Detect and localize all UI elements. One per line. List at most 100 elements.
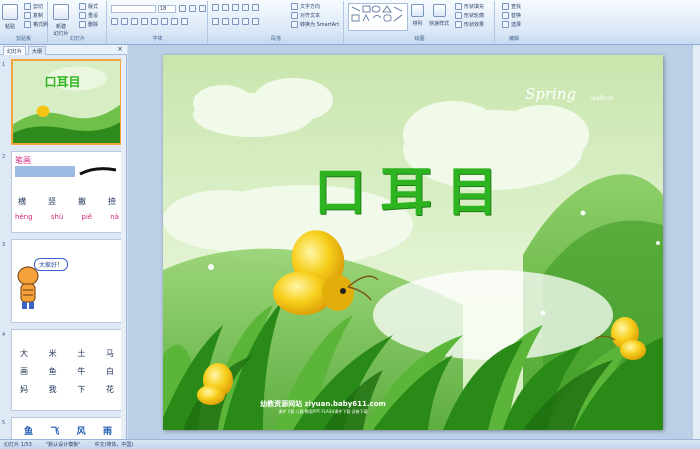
ribbon: 粘贴 剪切 复制 格式刷 剪贴板 新建 幻灯片 版式 重设 删除 幻灯片 18 … <box>0 0 700 45</box>
thumb-2-chars: 横竖撇捺 <box>18 196 116 207</box>
cut-button[interactable]: 剪切 <box>24 3 43 10</box>
arrange-button[interactable]: 排列 <box>411 4 424 27</box>
bold-icon[interactable] <box>111 18 118 25</box>
site-credit-sub: 课件下载 儿歌 教案PPT FLASH课件下载 试卷下载 <box>278 409 368 414</box>
decrease-indent-icon[interactable] <box>232 4 239 11</box>
slide-thumbnail-2[interactable]: 笔画 横 竖 撇 捺 héng shù piě nà <box>11 151 122 233</box>
slide-number: 3 <box>2 242 6 248</box>
align-center-icon[interactable] <box>222 18 229 25</box>
bullets-icon[interactable] <box>212 4 219 11</box>
copy-icon <box>24 12 31 19</box>
shapes-icon <box>351 5 403 22</box>
layout-button[interactable]: 版式 <box>79 3 98 10</box>
binoculars-icon <box>502 3 509 10</box>
quick-styles-button[interactable]: 快速样式 <box>429 4 449 27</box>
tab-slides[interactable]: 幻灯片 <box>3 46 27 55</box>
slide-title: 口耳目 <box>313 163 512 223</box>
italic-icon[interactable] <box>121 18 128 25</box>
drawing-group: 排列 快速样式 形状填充 形状轮廓 形状效果 绘图 <box>345 1 495 43</box>
columns-icon[interactable] <box>252 18 259 25</box>
editing-group: 查找 替换 选择 编辑 <box>496 1 532 43</box>
numbering-icon[interactable] <box>222 4 229 11</box>
text-direction-button[interactable]: 文字方向 <box>291 3 320 10</box>
outline-icon <box>455 12 462 19</box>
site-credit: 幼教资源网站 ziyuan.baby611.com <box>260 400 386 408</box>
reset-button[interactable]: 重设 <box>79 12 98 19</box>
char-cell: 马 <box>105 349 114 358</box>
align-left-icon[interactable] <box>212 18 219 25</box>
format-painter-button[interactable]: 格式刷 <box>24 21 48 28</box>
change-case-icon[interactable] <box>171 18 178 25</box>
drawing-label: 绘图 <box>414 36 425 42</box>
select-button[interactable]: 选择 <box>502 21 521 28</box>
shapes-gallery[interactable] <box>348 3 408 31</box>
stroke-char: 捺 <box>108 197 116 206</box>
paragraph-label: 段落 <box>270 36 281 42</box>
thumb-1-title: 口耳目 <box>44 75 81 89</box>
font-size-select[interactable]: 18 <box>158 5 176 13</box>
language-indicator[interactable]: 中文(简体，中国) <box>94 441 133 448</box>
align-text-button[interactable]: 对齐文本 <box>291 12 320 19</box>
shape-fill-button[interactable]: 形状填充 <box>455 3 484 10</box>
slide-thumbnail-1[interactable]: 口耳目 <box>11 59 122 145</box>
canvas-scrollbar[interactable] <box>692 45 700 439</box>
spacing-icon[interactable] <box>161 18 168 25</box>
panel-scrollbar[interactable] <box>121 56 126 439</box>
clear-format-icon[interactable] <box>199 5 206 12</box>
cursor-icon <box>502 21 509 28</box>
current-slide[interactable]: 口耳目 Spring wallcoo 幼教资源网站 ziyuan.baby611… <box>163 55 663 430</box>
paste-button[interactable]: 粘贴 <box>2 4 18 30</box>
smartart-button[interactable]: 转换为 SmartArt <box>291 21 339 28</box>
stroke-char: 横 <box>18 197 26 206</box>
shape-effects-button[interactable]: 形状效果 <box>455 21 484 28</box>
clipboard-group: 粘贴 剪切 复制 格式刷 剪贴板 <box>0 1 48 43</box>
increase-indent-icon[interactable] <box>242 4 249 11</box>
copy-button[interactable]: 复制 <box>24 12 43 19</box>
wallcoo-watermark: wallcoo <box>591 95 614 102</box>
pinyin: nà <box>110 213 119 221</box>
underline-icon[interactable] <box>131 18 138 25</box>
clipboard-label: 剪贴板 <box>15 36 31 42</box>
font-style-buttons <box>111 18 188 25</box>
strikethrough-icon[interactable] <box>141 18 148 25</box>
font-color-icon[interactable] <box>181 18 188 25</box>
speech-bubble: 大家好！ <box>34 258 69 271</box>
font-name-select[interactable] <box>111 5 156 13</box>
find-button[interactable]: 查找 <box>502 3 521 10</box>
stroke-char: 竖 <box>48 197 56 206</box>
effects-icon <box>455 21 462 28</box>
align-buttons <box>212 18 259 25</box>
delete-icon <box>79 21 86 28</box>
char-row: 画鱼牛白 <box>20 366 114 384</box>
text-direction-icon <box>291 3 298 10</box>
slide-background-illustration <box>163 55 663 430</box>
slide-thumbnail-4[interactable]: 大 米 土 马 画 鱼 牛 白 妈 我 下 花 <box>11 329 122 411</box>
char-cell: 鱼 <box>48 367 57 376</box>
replace-button[interactable]: 替换 <box>502 12 521 19</box>
thumb-2-stroke-strip <box>15 166 75 177</box>
layout-icon <box>79 3 86 10</box>
char-cell: 白 <box>105 367 114 376</box>
slide-number: 1 <box>2 62 6 68</box>
grow-font-icon[interactable] <box>179 5 186 12</box>
thumb-5-chars: 鱼飞风雨 <box>24 424 112 437</box>
char-cell: 下 <box>77 385 86 394</box>
justify-icon[interactable] <box>242 18 249 25</box>
brush-stroke-icon <box>79 167 117 176</box>
stroke-char: 撇 <box>78 197 86 206</box>
new-slide-button[interactable]: 新建 幻灯片 <box>53 4 69 37</box>
align-right-icon[interactable] <box>232 18 239 25</box>
shadow-icon[interactable] <box>151 18 158 25</box>
close-panel-icon[interactable]: × <box>117 45 123 54</box>
shape-outline-button[interactable]: 形状轮廓 <box>455 12 484 19</box>
char-cell: 牛 <box>77 367 86 376</box>
thumb-2-pinyin: héng shù piě nà <box>15 213 119 221</box>
char-cell: 风 <box>76 427 86 437</box>
line-spacing-icon[interactable] <box>252 4 259 11</box>
font-group: 18 字体 <box>108 1 208 43</box>
delete-slide-button[interactable]: 删除 <box>79 21 98 28</box>
slide-thumbnail-5[interactable]: 鱼飞风雨 <box>11 417 122 439</box>
shrink-font-icon[interactable] <box>189 5 196 12</box>
slide-thumbnail-3[interactable]: 大家好！ <box>11 239 122 323</box>
tab-outline[interactable]: 大纲 <box>28 46 47 55</box>
